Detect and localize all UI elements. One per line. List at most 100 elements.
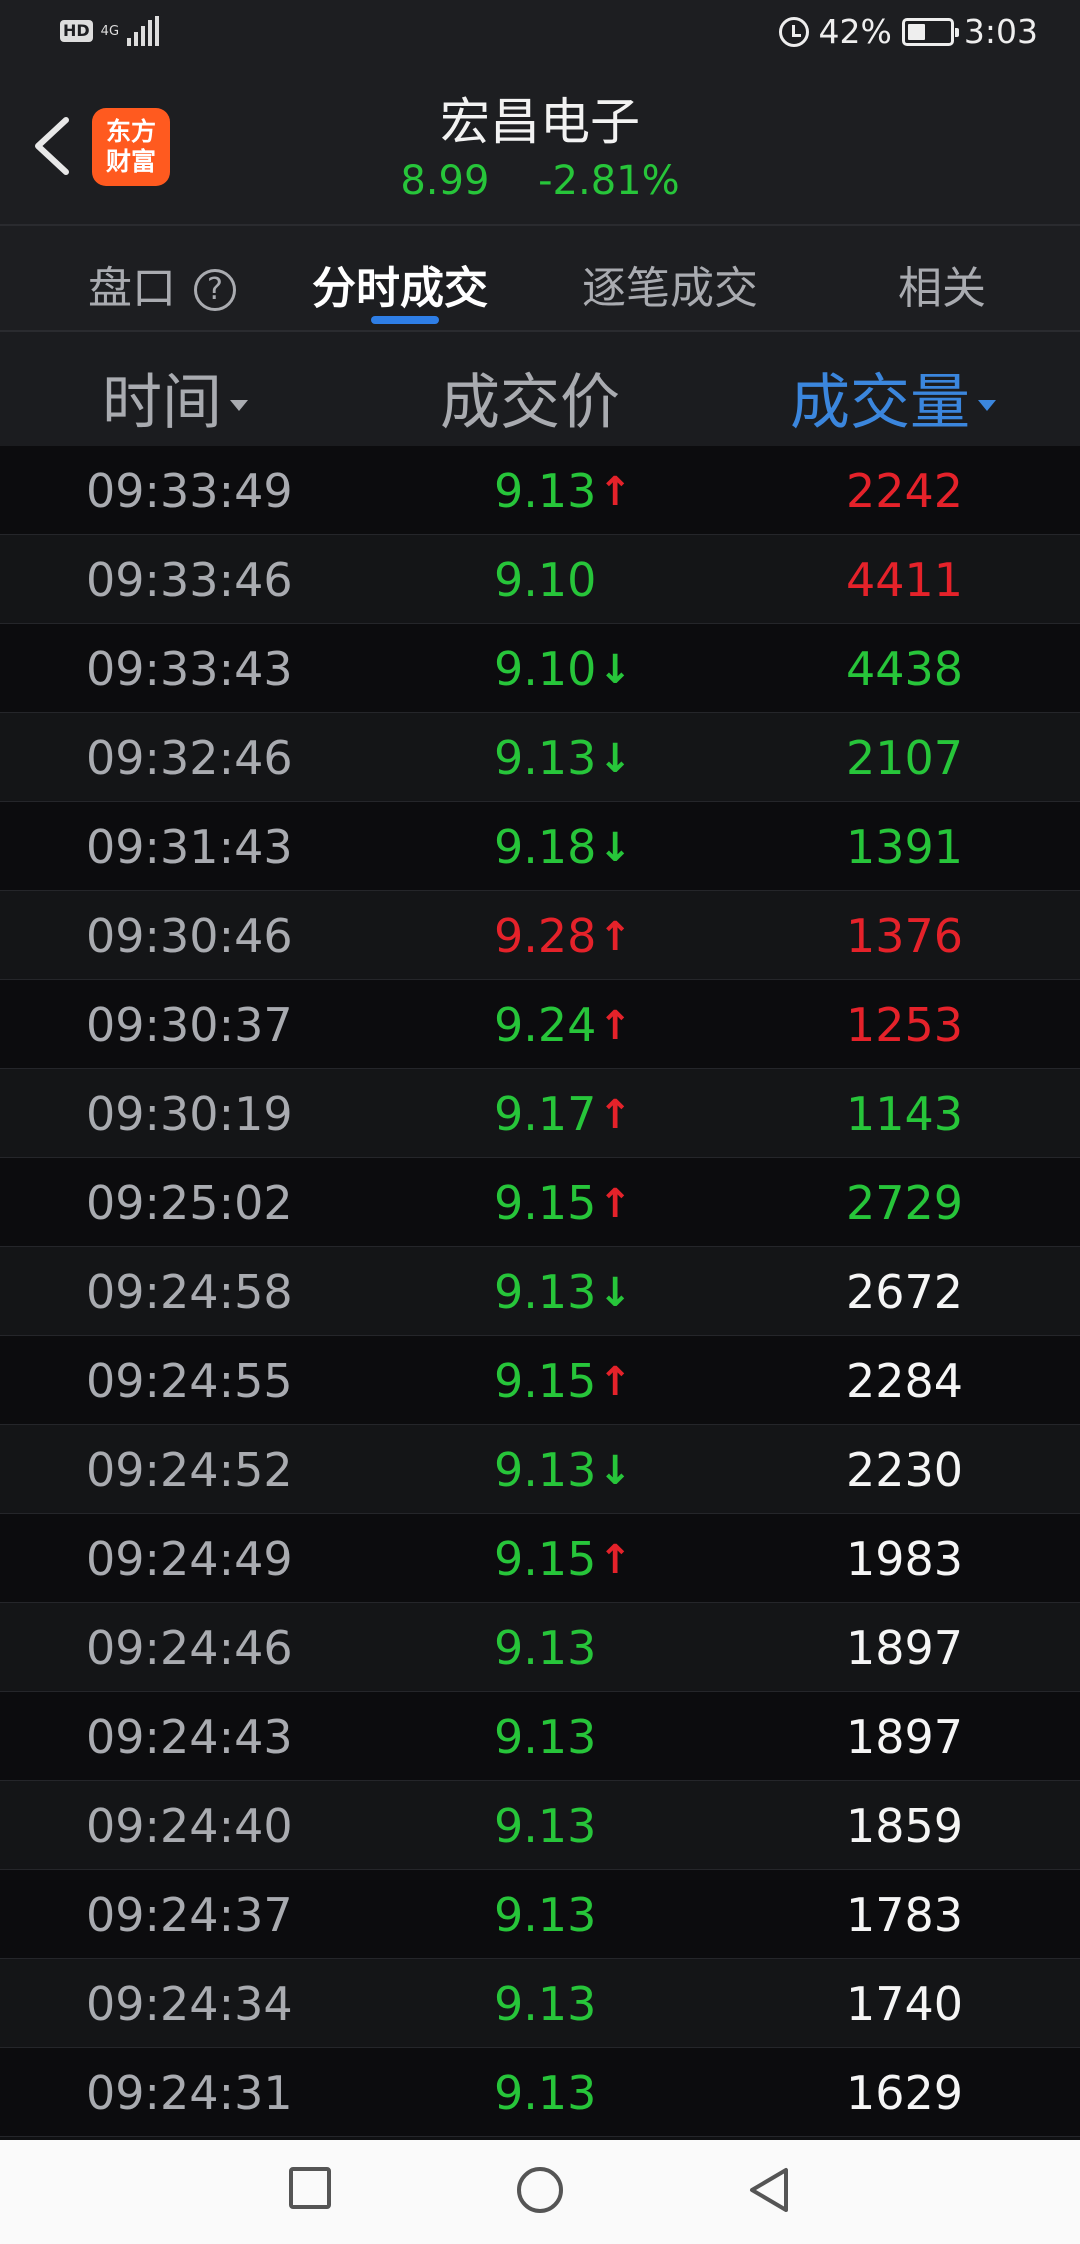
trade-price-value: 9.13 <box>494 1799 597 1853</box>
column-header-time[interactable]: 时间 <box>102 354 248 441</box>
trade-volume: 2729 <box>846 1176 964 1230</box>
table-row[interactable]: 09:24:55 9.15↑ 2284 <box>0 1336 1080 1425</box>
trade-price: 9.13 <box>494 1977 596 2031</box>
signal-icon <box>127 16 160 46</box>
trade-price-value: 9.13 <box>494 464 597 518</box>
table-row[interactable]: 09:25:02 9.15↑ 2729 <box>0 1158 1080 1247</box>
table-row[interactable]: 09:24:31 9.13 1629 <box>0 2048 1080 2137</box>
trade-volume: 2230 <box>846 1443 964 1497</box>
trade-time: 09:24:31 <box>86 2066 293 2120</box>
network-type: 4G <box>100 23 120 39</box>
stock-name: 宏昌电子 <box>440 93 640 151</box>
trade-price-value: 9.17 <box>494 1087 597 1141</box>
trade-price-value: 9.13 <box>494 1621 597 1675</box>
tab-related[interactable]: 相关 <box>898 252 986 316</box>
table-row[interactable]: 09:33:49 9.13↑ 2242 <box>0 446 1080 535</box>
tab-bar: 盘口? 分时成交 逐笔成交 相关 <box>0 226 1080 332</box>
table-row[interactable]: 09:24:43 9.13 1897 <box>0 1692 1080 1781</box>
trade-price: 9.13 <box>494 1710 596 1764</box>
trade-price-value: 9.13 <box>494 1443 597 1497</box>
tab-label: 分时成交 <box>312 263 488 314</box>
column-header-volume[interactable]: 成交量 <box>790 354 996 441</box>
tab-pankou[interactable]: 盘口? <box>88 252 236 316</box>
trade-price-value: 9.13 <box>494 731 597 785</box>
trade-price-value: 9.13 <box>494 1888 597 1942</box>
table-row[interactable]: 09:24:49 9.15↑ 1983 <box>0 1514 1080 1603</box>
trade-price: 9.18↓ <box>494 820 632 874</box>
trade-volume: 2242 <box>846 464 964 518</box>
arrow-down-icon: ↓ <box>598 736 632 782</box>
sort-caret-icon <box>978 400 996 411</box>
trade-price-value: 9.28 <box>494 909 597 963</box>
help-icon[interactable]: ? <box>194 269 236 311</box>
trade-price: 9.13 <box>494 1888 596 1942</box>
trade-volume: 2107 <box>846 731 964 785</box>
trade-time: 09:24:40 <box>86 1799 293 1853</box>
trade-price-value: 9.13 <box>494 1710 597 1764</box>
trade-price: 9.10↓ <box>494 642 632 696</box>
trade-time: 09:31:43 <box>86 820 293 874</box>
column-time-label: 时间 <box>102 368 222 438</box>
table-row[interactable]: 09:24:46 9.13 1897 <box>0 1603 1080 1692</box>
column-header-price: 成交价 <box>440 354 620 441</box>
table-row[interactable]: 09:33:46 9.10 4411 <box>0 535 1080 624</box>
table-row[interactable]: 09:24:52 9.13↓ 2230 <box>0 1425 1080 1514</box>
trade-time: 09:24:58 <box>86 1265 293 1319</box>
trade-volume: 1897 <box>846 1621 964 1675</box>
trade-time: 09:33:43 <box>86 642 293 696</box>
tab-label: 相关 <box>898 263 986 314</box>
status-left: HD 4G <box>60 16 160 46</box>
back-icon[interactable] <box>746 2166 792 2214</box>
stock-quote: 8.99 -2.81% <box>0 158 1080 204</box>
app-header: 东方 财富 宏昌电子 8.99 -2.81% <box>0 72 1080 226</box>
trade-volume: 2672 <box>846 1265 964 1319</box>
trade-volume: 1897 <box>846 1710 964 1764</box>
trade-time: 09:24:34 <box>86 1977 293 2031</box>
trade-volume: 1859 <box>846 1799 964 1853</box>
stock-price: 8.99 <box>400 158 490 204</box>
trade-volume: 1783 <box>846 1888 964 1942</box>
trade-price-value: 9.13 <box>494 1977 597 2031</box>
table-row[interactable]: 09:31:43 9.18↓ 1391 <box>0 802 1080 891</box>
trade-time: 09:30:19 <box>86 1087 293 1141</box>
trade-price: 9.28↑ <box>494 909 632 963</box>
trade-price-value: 9.24 <box>494 998 597 1052</box>
arrow-down-icon: ↓ <box>598 1448 632 1494</box>
trade-price: 9.10 <box>494 553 596 607</box>
trade-price: 9.15↑ <box>494 1532 632 1586</box>
trade-price: 9.13 <box>494 1621 596 1675</box>
tab-time-sharing-trades[interactable]: 分时成交 <box>312 252 488 316</box>
trade-time: 09:24:52 <box>86 1443 293 1497</box>
trade-price-value: 9.13 <box>494 2066 597 2120</box>
trade-price-value: 9.10 <box>494 642 597 696</box>
home-icon[interactable] <box>516 2166 564 2214</box>
table-row[interactable]: 09:32:46 9.13↓ 2107 <box>0 713 1080 802</box>
trade-time: 09:30:37 <box>86 998 293 1052</box>
trade-time: 09:24:37 <box>86 1888 293 1942</box>
trade-price: 9.17↑ <box>494 1087 632 1141</box>
arrow-up-icon: ↑ <box>598 1092 632 1138</box>
tab-label: 逐笔成交 <box>582 263 758 314</box>
table-row[interactable]: 09:24:40 9.13 1859 <box>0 1781 1080 1870</box>
recent-apps-icon[interactable] <box>288 2166 332 2210</box>
trade-volume: 4438 <box>846 642 964 696</box>
table-row[interactable]: 09:30:46 9.28↑ 1376 <box>0 891 1080 980</box>
table-row[interactable]: 09:24:37 9.13 1783 <box>0 1870 1080 1959</box>
trade-price: 9.13 <box>494 2066 596 2120</box>
tab-tick-trades[interactable]: 逐笔成交 <box>582 252 758 316</box>
table-row[interactable]: 09:30:19 9.17↑ 1143 <box>0 1069 1080 1158</box>
table-row[interactable]: 09:24:58 9.13↓ 2672 <box>0 1247 1080 1336</box>
arrow-up-icon: ↑ <box>598 914 632 960</box>
column-volume-label: 成交量 <box>790 368 970 438</box>
status-right: 42% 3:03 <box>778 12 1038 51</box>
table-row[interactable]: 09:30:37 9.24↑ 1253 <box>0 980 1080 1069</box>
arrow-down-icon: ↓ <box>598 1270 632 1316</box>
alarm-icon <box>778 16 809 47</box>
table-row[interactable]: 09:33:43 9.10↓ 4438 <box>0 624 1080 713</box>
stock-change-percent: -2.81% <box>538 158 680 204</box>
battery-icon <box>901 17 959 46</box>
trade-price-value: 9.15 <box>494 1176 597 1230</box>
active-tab-indicator <box>371 316 439 324</box>
table-row[interactable]: 09:24:34 9.13 1740 <box>0 1959 1080 2048</box>
trade-price: 9.13↓ <box>494 1443 632 1497</box>
